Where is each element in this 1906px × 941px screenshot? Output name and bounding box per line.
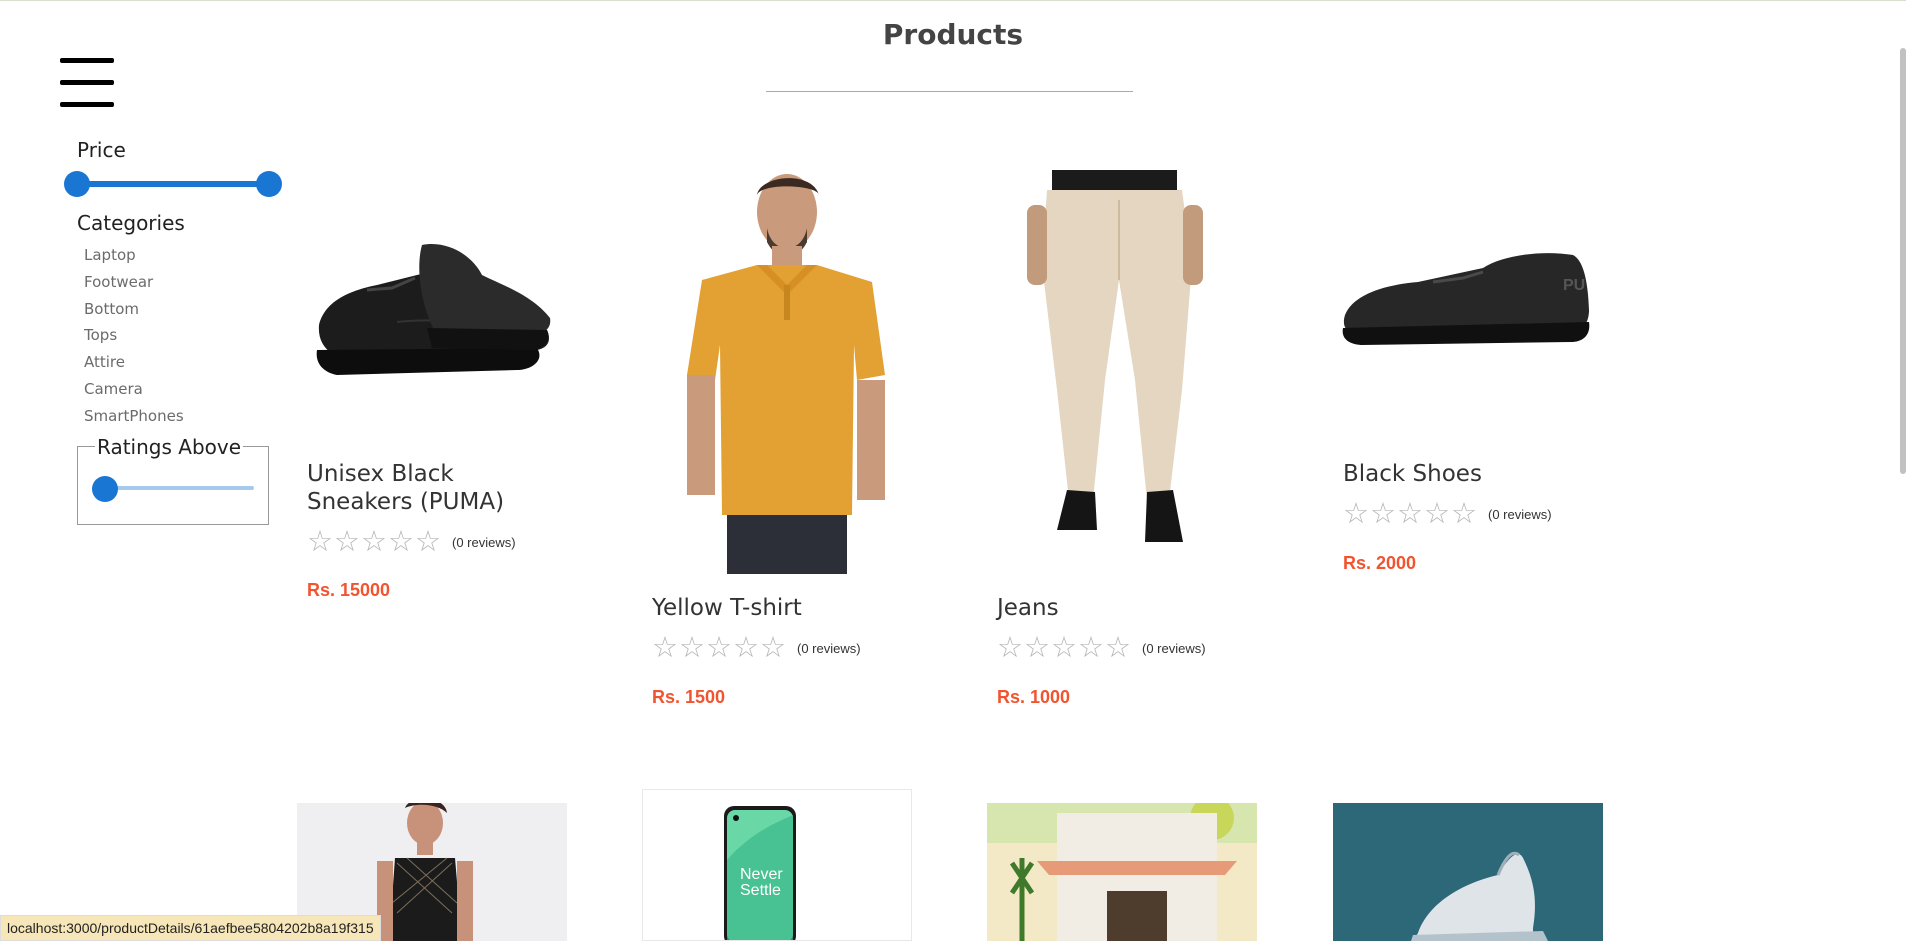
product-card[interactable] [1333,803,1603,941]
category-item-tops[interactable]: Tops [84,325,184,352]
black-shoe-image: PU [1342,253,1590,345]
svg-text:PU: PU [1563,277,1585,294]
product-price: Rs. 15000 [307,580,391,600]
star-empty-icon: ☆ [760,632,786,664]
menu-icon[interactable] [60,58,114,108]
rating-stars: ☆ ☆ ☆ ☆ ☆ (0 reviews) [652,633,861,663]
review-count: (0 reviews) [797,640,861,656]
product-card[interactable]: Unisex Black Sneakers (PUMA) ☆ ☆ ☆ ☆ ☆ (… [297,170,567,610]
link-status-bar: localhost:3000/productDetails/61aefbee58… [0,915,381,941]
price-filter-label: Price [77,138,126,162]
star-empty-icon: ☆ [1024,632,1050,664]
tshirt-image [642,170,912,574]
top-border [0,0,1906,1]
category-item-attire[interactable]: Attire [84,352,184,379]
star-empty-icon: ☆ [415,526,441,558]
product-card[interactable]: Jeans ☆ ☆ ☆ ☆ ☆ (0 reviews) Rs. 1000 [987,170,1257,730]
rating-stars: ☆ ☆ ☆ ☆ ☆ (0 reviews) [1343,499,1552,529]
product-card[interactable]: PU Black Shoes ☆ ☆ ☆ ☆ ☆ (0 reviews) Rs.… [1333,170,1603,590]
category-item-footwear[interactable]: Footwear [84,272,184,299]
star-empty-icon: ☆ [1105,632,1131,664]
category-item-smartphones[interactable]: SmartPhones [84,406,184,433]
star-empty-icon: ☆ [334,526,360,558]
sneaker-photo-image [1333,803,1603,941]
review-count: (0 reviews) [1142,640,1206,656]
review-count: (0 reviews) [1488,506,1552,522]
star-empty-icon: ☆ [1451,498,1477,530]
title-underline [766,91,1133,92]
rating-stars: ☆ ☆ ☆ ☆ ☆ (0 reviews) [307,527,516,557]
categories-label: Categories [77,211,185,235]
product-card[interactable] [987,803,1257,941]
star-empty-icon: ☆ [652,632,678,664]
sneaker-image [316,244,551,375]
star-empty-icon: ☆ [679,632,705,664]
jeans-image [987,170,1257,574]
category-list: Laptop Footwear Bottom Tops Attire Camer… [84,245,184,433]
star-empty-icon: ☆ [706,632,732,664]
product-name: Jeans [997,595,1059,621]
category-item-camera[interactable]: Camera [84,379,184,406]
star-empty-icon: ☆ [1078,632,1104,664]
ratings-label: Ratings Above [95,435,244,459]
product-price: Rs. 1000 [997,687,1071,707]
star-empty-icon: ☆ [361,526,387,558]
product-card[interactable]: Never Settle [642,789,912,941]
ratings-filter: Ratings Above [77,435,269,525]
product-name: Unisex Black Sneakers (PUMA) [307,461,505,515]
price-min-handle[interactable] [64,171,90,197]
star-empty-icon: ☆ [388,526,414,558]
ratings-handle[interactable] [92,476,118,502]
review-count: (0 reviews) [452,534,516,550]
vertical-scrollbar[interactable] [1900,48,1906,474]
star-empty-icon: ☆ [1051,632,1077,664]
product-price: Rs. 1500 [652,687,726,707]
star-empty-icon: ☆ [1370,498,1396,530]
product-name: Yellow T-shirt [652,595,802,621]
star-empty-icon: ☆ [1397,498,1423,530]
product-name: Black Shoes [1343,461,1482,487]
price-max-handle[interactable] [256,171,282,197]
star-empty-icon: ☆ [307,526,333,558]
price-slider-track [76,181,270,187]
building-image [987,803,1257,941]
product-price: Rs. 2000 [1343,553,1417,573]
star-empty-icon: ☆ [1343,498,1369,530]
phone-slogan: Never Settle [740,866,783,899]
price-range-slider[interactable] [64,171,282,197]
star-empty-icon: ☆ [1424,498,1450,530]
category-item-bottom[interactable]: Bottom [84,299,184,326]
star-empty-icon: ☆ [733,632,759,664]
page-title: Products [882,18,1024,51]
category-item-laptop[interactable]: Laptop [84,245,184,272]
star-empty-icon: ☆ [997,632,1023,664]
product-card[interactable]: Yellow T-shirt ☆ ☆ ☆ ☆ ☆ (0 reviews) Rs.… [642,170,912,730]
rating-stars: ☆ ☆ ☆ ☆ ☆ (0 reviews) [997,633,1206,663]
